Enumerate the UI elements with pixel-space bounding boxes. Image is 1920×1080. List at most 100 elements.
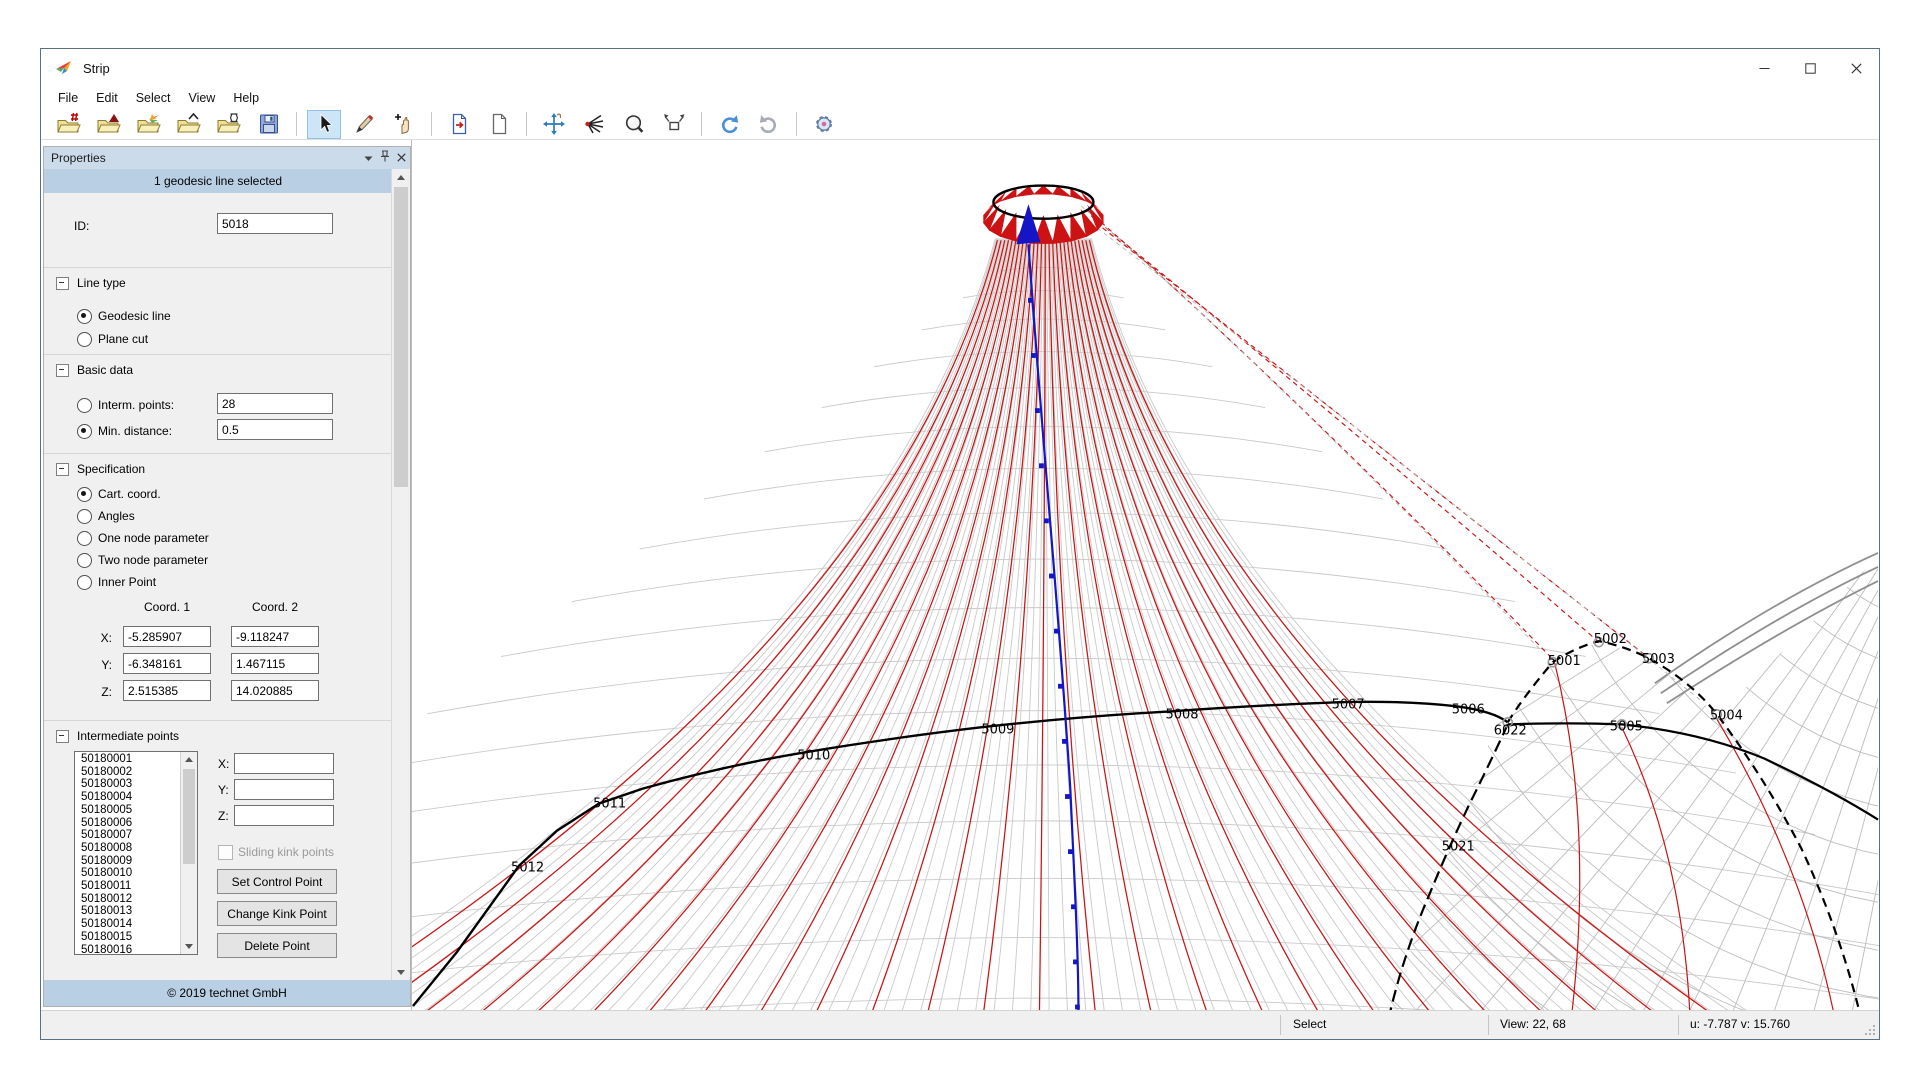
menu-help[interactable]: Help — [224, 89, 268, 107]
radio-geodesic-line[interactable]: Geodesic line — [77, 308, 171, 324]
edit-pen-button[interactable] — [347, 110, 381, 139]
menu-edit[interactable]: Edit — [87, 89, 127, 107]
redo-button[interactable] — [752, 110, 786, 139]
change-kink-point-button[interactable]: Change Kink Point — [217, 901, 337, 926]
list-item[interactable]: 50180005 — [81, 804, 180, 817]
coord1-zinput[interactable] — [123, 680, 211, 701]
list-item[interactable]: 50180003 — [81, 778, 180, 791]
list-item[interactable]: 50180014 — [81, 918, 180, 931]
scroll-up-icon[interactable] — [392, 169, 410, 185]
radio-icon[interactable] — [77, 487, 92, 502]
id-input[interactable] — [217, 213, 333, 234]
list-item[interactable]: 50180006 — [81, 817, 180, 830]
pin-icon[interactable] — [380, 147, 390, 169]
page-import-button[interactable] — [442, 110, 476, 139]
light-rays-button[interactable] — [577, 110, 611, 139]
undo-button[interactable] — [712, 110, 746, 139]
list-item[interactable]: 50180007 — [81, 829, 180, 842]
radio-icon[interactable] — [77, 531, 92, 546]
list-item[interactable]: 50180013 — [81, 905, 180, 918]
menu-view[interactable]: View — [179, 89, 224, 107]
list-item[interactable]: 50180010 — [81, 867, 180, 880]
resize-grip[interactable] — [1863, 1023, 1877, 1037]
settings-gear-button[interactable] — [807, 110, 841, 139]
delete-point-button[interactable]: Delete Point — [217, 933, 337, 958]
radio-icon[interactable] — [77, 398, 92, 413]
coord2-xinput[interactable] — [231, 626, 319, 647]
page-export-button[interactable] — [482, 110, 516, 139]
coord1-yinput[interactable] — [123, 653, 211, 674]
coord2-zinput[interactable] — [231, 680, 319, 701]
save-button[interactable] — [252, 110, 286, 139]
radio-cart-coord[interactable]: Cart. coord. — [77, 486, 161, 502]
scroll-thumb[interactable] — [394, 187, 408, 487]
collapse-expander-icon[interactable] — [56, 277, 69, 290]
radio-min-distance[interactable]: Min. distance: — [77, 423, 172, 439]
zoom-loupe-button[interactable] — [617, 110, 651, 139]
list-item[interactable]: 50180009 — [81, 855, 180, 868]
radio-plane-cut[interactable]: Plane cut — [77, 331, 148, 347]
close-button[interactable] — [1833, 49, 1879, 87]
radio-icon[interactable] — [77, 309, 92, 324]
list-item[interactable]: 50180012 — [81, 893, 180, 906]
collapse-expander-icon[interactable] — [56, 463, 69, 476]
add-hand-button[interactable] — [387, 110, 421, 139]
radio-one-node-parameter[interactable]: One node parameter — [77, 530, 209, 546]
collapse-expander-icon[interactable] — [56, 364, 69, 377]
point-yinput[interactable] — [234, 779, 334, 800]
coord-row-label: Y: — [74, 658, 112, 672]
radio-angles[interactable]: Angles — [77, 508, 135, 524]
list-item[interactable]: 50180002 — [81, 766, 180, 779]
sliding-kink-points-checkbox[interactable] — [218, 845, 233, 860]
set-control-point-button[interactable]: Set Control Point — [217, 869, 337, 894]
point-zinput[interactable] — [234, 805, 334, 826]
scroll-up-icon[interactable] — [181, 752, 197, 767]
radio-two-node-parameter[interactable]: Two node parameter — [77, 552, 208, 568]
open-weave-folder-button[interactable] — [212, 110, 246, 139]
pan-move-button[interactable] — [537, 110, 571, 139]
open-hash-folder-button[interactable] — [52, 110, 86, 139]
point-xinput[interactable] — [234, 753, 334, 774]
viewport-3d[interactable]: 5009500850075006602250015002500350045005… — [411, 140, 1879, 1011]
zoom-extents-button[interactable] — [657, 110, 691, 139]
title-bar[interactable]: Strip — [41, 49, 1879, 87]
radio-interm-points[interactable]: Interm. points: — [77, 397, 174, 413]
menu-file[interactable]: File — [49, 89, 87, 107]
list-item[interactable]: 50180011 — [81, 880, 180, 893]
collapse-expander-icon[interactable] — [56, 730, 69, 743]
open-strip-folder-button[interactable] — [132, 110, 166, 139]
radio-inner-point[interactable]: Inner Point — [77, 574, 156, 590]
panel-scrollbar[interactable] — [391, 169, 410, 980]
maximize-button[interactable] — [1787, 49, 1833, 87]
coord2-yinput[interactable] — [231, 653, 319, 674]
list-scrollbar[interactable] — [180, 752, 197, 954]
interm-points-input[interactable] — [217, 393, 333, 414]
properties-panel-header[interactable]: Properties — [44, 147, 410, 170]
node-label-5011: 5011 — [593, 797, 626, 812]
scroll-thumb[interactable] — [183, 769, 195, 864]
panel-footer: © 2019 technet GmbH — [44, 980, 410, 1006]
radio-icon[interactable] — [77, 509, 92, 524]
select-arrow-button[interactable] — [307, 110, 341, 139]
open-triangle-folder-button[interactable] — [92, 110, 126, 139]
menu-select[interactable]: Select — [127, 89, 180, 107]
open-roof-folder-button[interactable] — [172, 110, 206, 139]
intermediate-points-list[interactable]: 5018000150180002501800035018000450180005… — [74, 751, 198, 955]
list-item[interactable]: 50180016 — [81, 944, 180, 954]
collapse-chevron-icon[interactable] — [364, 147, 373, 169]
radio-icon[interactable] — [77, 575, 92, 590]
scroll-down-icon[interactable] — [181, 939, 197, 954]
radio-icon[interactable] — [77, 553, 92, 568]
coord1-xinput[interactable] — [123, 626, 211, 647]
list-item[interactable]: 50180008 — [81, 842, 180, 855]
list-item[interactable]: 50180015 — [81, 931, 180, 944]
app-window: Strip FileEditSelectViewHelp Properties … — [40, 48, 1880, 1040]
min-distance-input[interactable] — [217, 419, 333, 440]
list-item[interactable]: 50180004 — [81, 791, 180, 804]
minimize-button[interactable] — [1741, 49, 1787, 87]
scroll-down-icon[interactable] — [392, 964, 410, 980]
list-item[interactable]: 50180001 — [81, 753, 180, 766]
radio-icon[interactable] — [77, 332, 92, 347]
panel-close-icon[interactable] — [397, 147, 406, 169]
radio-icon[interactable] — [77, 424, 92, 439]
